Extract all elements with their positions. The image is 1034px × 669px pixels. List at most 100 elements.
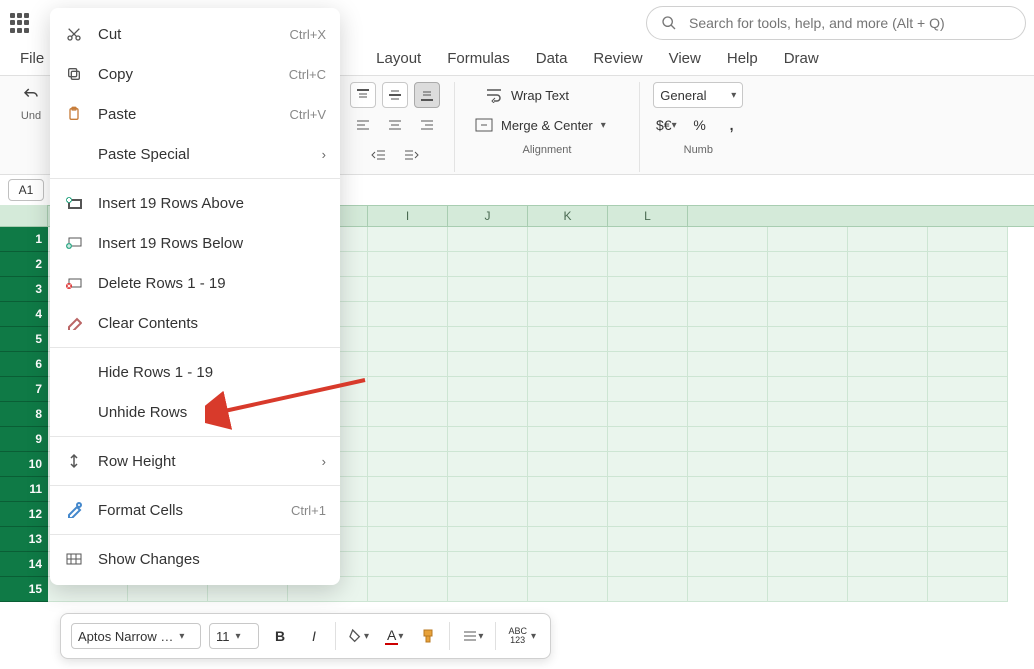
cell[interactable] bbox=[368, 377, 448, 402]
cell[interactable] bbox=[928, 477, 1008, 502]
cell[interactable] bbox=[528, 577, 608, 602]
ft-bold[interactable]: B bbox=[267, 623, 293, 649]
cell[interactable] bbox=[528, 527, 608, 552]
cm-hide-rows[interactable]: Hide Rows 1 - 19 bbox=[50, 352, 340, 392]
cell[interactable] bbox=[768, 277, 848, 302]
cell[interactable] bbox=[928, 552, 1008, 577]
cell[interactable] bbox=[768, 402, 848, 427]
decrease-indent-button[interactable] bbox=[366, 142, 392, 168]
cell[interactable] bbox=[688, 527, 768, 552]
search-input[interactable] bbox=[687, 14, 1011, 32]
cm-format-cells[interactable]: Format CellsCtrl+1 bbox=[50, 490, 340, 530]
comma-button[interactable]: , bbox=[719, 112, 745, 138]
cell[interactable] bbox=[448, 352, 528, 377]
cell[interactable] bbox=[688, 227, 768, 252]
row-header[interactable]: 11 bbox=[0, 477, 48, 502]
row-header[interactable]: 1 bbox=[0, 227, 48, 252]
cell[interactable] bbox=[688, 477, 768, 502]
cell[interactable] bbox=[768, 227, 848, 252]
cell[interactable] bbox=[928, 577, 1008, 602]
cell[interactable] bbox=[688, 377, 768, 402]
cell[interactable] bbox=[688, 327, 768, 352]
cell[interactable] bbox=[768, 377, 848, 402]
ft-fill-color[interactable]: ▾ bbox=[344, 623, 373, 649]
row-header[interactable]: 7 bbox=[0, 377, 48, 402]
cell[interactable] bbox=[768, 427, 848, 452]
cm-insert-below[interactable]: Insert 19 Rows Below bbox=[50, 223, 340, 263]
column-header[interactable]: I bbox=[368, 206, 448, 226]
cell[interactable] bbox=[448, 427, 528, 452]
cell[interactable] bbox=[848, 252, 928, 277]
cell[interactable] bbox=[688, 352, 768, 377]
cell[interactable] bbox=[768, 577, 848, 602]
row-header[interactable]: 4 bbox=[0, 302, 48, 327]
cell[interactable] bbox=[528, 402, 608, 427]
cm-clear[interactable]: Clear Contents bbox=[50, 303, 340, 343]
row-header[interactable]: 6 bbox=[0, 352, 48, 377]
cell[interactable] bbox=[608, 552, 688, 577]
undo-button[interactable] bbox=[18, 82, 44, 108]
menu-layout[interactable]: Layout bbox=[376, 50, 421, 67]
cell[interactable] bbox=[688, 452, 768, 477]
cell[interactable] bbox=[848, 427, 928, 452]
cell[interactable] bbox=[448, 527, 528, 552]
cell[interactable] bbox=[928, 502, 1008, 527]
menu-review[interactable]: Review bbox=[593, 50, 642, 67]
align-middle-button[interactable] bbox=[382, 82, 408, 108]
cell[interactable] bbox=[768, 502, 848, 527]
cell[interactable] bbox=[848, 552, 928, 577]
cell[interactable] bbox=[928, 352, 1008, 377]
cell[interactable] bbox=[848, 477, 928, 502]
search-box[interactable] bbox=[646, 6, 1026, 40]
cell[interactable] bbox=[848, 577, 928, 602]
cell[interactable] bbox=[608, 327, 688, 352]
cell[interactable] bbox=[688, 277, 768, 302]
cm-insert-above[interactable]: Insert 19 Rows Above bbox=[50, 183, 340, 223]
cm-copy[interactable]: CopyCtrl+C bbox=[50, 54, 340, 94]
cell[interactable] bbox=[848, 327, 928, 352]
wrap-text-button[interactable]: Wrap Text bbox=[477, 82, 617, 108]
cell[interactable] bbox=[528, 377, 608, 402]
cell[interactable] bbox=[368, 352, 448, 377]
cell[interactable] bbox=[768, 452, 848, 477]
cell[interactable] bbox=[688, 577, 768, 602]
cell[interactable] bbox=[768, 252, 848, 277]
cell[interactable] bbox=[768, 552, 848, 577]
cell[interactable] bbox=[928, 402, 1008, 427]
cm-cut[interactable]: CutCtrl+X bbox=[50, 14, 340, 54]
cell[interactable] bbox=[768, 302, 848, 327]
cell[interactable] bbox=[528, 502, 608, 527]
row-header[interactable]: 2 bbox=[0, 252, 48, 277]
cell[interactable] bbox=[448, 402, 528, 427]
cell[interactable] bbox=[528, 252, 608, 277]
cell[interactable] bbox=[368, 452, 448, 477]
cell[interactable] bbox=[528, 552, 608, 577]
cell[interactable] bbox=[608, 277, 688, 302]
cell[interactable] bbox=[448, 302, 528, 327]
cell[interactable] bbox=[528, 302, 608, 327]
cm-delete-rows[interactable]: Delete Rows 1 - 19 bbox=[50, 263, 340, 303]
cell[interactable] bbox=[608, 252, 688, 277]
row-header[interactable]: 9 bbox=[0, 427, 48, 452]
cell[interactable] bbox=[448, 252, 528, 277]
cell[interactable] bbox=[688, 502, 768, 527]
cell[interactable] bbox=[768, 327, 848, 352]
cell[interactable] bbox=[608, 502, 688, 527]
cell[interactable] bbox=[928, 377, 1008, 402]
cell[interactable] bbox=[608, 427, 688, 452]
row-header[interactable]: 8 bbox=[0, 402, 48, 427]
cell[interactable] bbox=[368, 502, 448, 527]
cell[interactable] bbox=[928, 452, 1008, 477]
menu-data[interactable]: Data bbox=[536, 50, 568, 67]
select-all-corner[interactable] bbox=[0, 205, 48, 227]
menu-view[interactable]: View bbox=[669, 50, 701, 67]
cell[interactable] bbox=[528, 227, 608, 252]
menu-help[interactable]: Help bbox=[727, 50, 758, 67]
menu-formulas[interactable]: Formulas bbox=[447, 50, 510, 67]
cell[interactable] bbox=[528, 452, 608, 477]
cell[interactable] bbox=[368, 227, 448, 252]
cell[interactable] bbox=[848, 352, 928, 377]
menu-draw[interactable]: Draw bbox=[784, 50, 819, 67]
cell[interactable] bbox=[368, 427, 448, 452]
cell[interactable] bbox=[848, 502, 928, 527]
